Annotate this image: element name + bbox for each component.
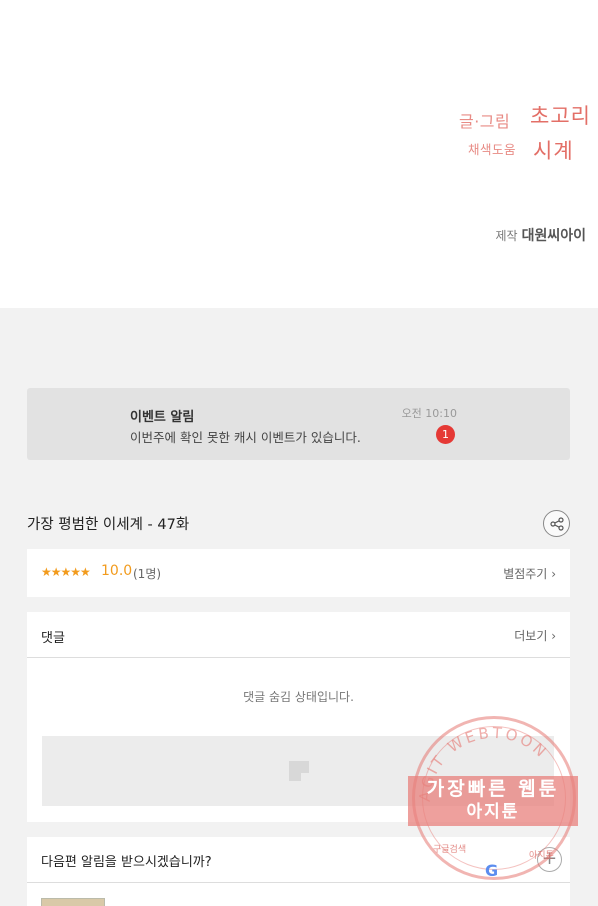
event-message: 이번주에 확인 못한 캐시 이벤트가 있습니다. [130,430,361,445]
event-notification[interactable]: 이벤트 알림 이번주에 확인 못한 캐시 이벤트가 있습니다. 오전 10:10… [27,388,570,460]
image-placeholder-icon [289,761,309,781]
coloring-name: 시계 [533,139,574,163]
comments-card: 댓글 더보기 › 댓글 숨김 상태입니다. [27,612,570,822]
credits-panel: 글·그림 초고리 채색도움 시계 제작 대원씨아이 [0,0,598,308]
subscribe-button[interactable]: + [537,847,562,872]
ad-placeholder [42,736,554,806]
share-icon [550,517,564,531]
more-comments-link[interactable]: 더보기 › [514,627,556,644]
divider [27,657,570,658]
producer-credit: 제작 대원씨아이 [496,225,587,245]
story-art-label: 글·그림 [459,112,511,131]
divider [27,882,570,883]
notify-question: 다음편 알림을 받으시겠습니까? [41,855,212,870]
coloring-label: 채색도움 [468,142,517,157]
rating-stars: ★★★★★ [41,565,91,579]
comments-title: 댓글 [41,631,65,646]
chevron-right-icon: › [551,567,556,581]
share-button[interactable] [543,510,570,537]
rate-link-label: 별점주기 [503,567,548,581]
event-time: 오전 10:10 [401,407,457,420]
event-badge: 1 [436,425,455,444]
more-link-label: 더보기 [514,629,548,643]
rating-count: (1명) [133,567,162,581]
story-art-name: 초고리 [530,104,591,128]
episode-title: 가장 평범한 이세계 - 47화 [27,517,190,533]
rating-score: 10.0 [101,563,133,579]
notify-card: 다음편 알림을 받으시겠습니까? + [27,837,570,906]
producer-label: 제작 [495,229,518,243]
producer-name: 대원씨아이 [521,228,586,244]
thumbnail[interactable] [41,898,105,906]
comments-hidden-message: 댓글 숨김 상태입니다. [243,690,354,704]
rating-card: ★★★★★ 10.0 (1명) 별점주기 › [27,549,570,597]
event-title: 이벤트 알림 [130,410,195,425]
rate-link[interactable]: 별점주기 › [503,565,556,582]
chevron-right-icon: › [551,629,556,643]
